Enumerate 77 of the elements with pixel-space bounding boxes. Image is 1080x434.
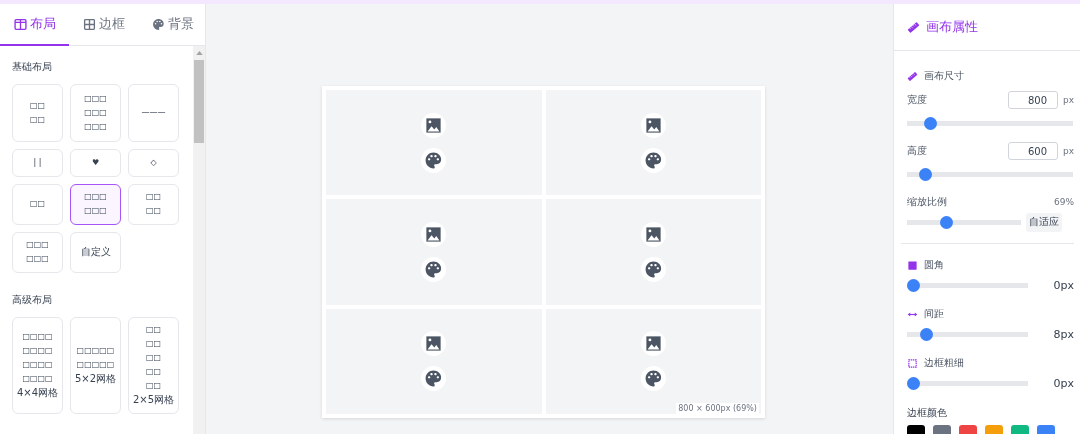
layout-option[interactable]: ——— xyxy=(128,84,179,142)
layout-option[interactable]: | | xyxy=(12,149,63,177)
slider-thumb[interactable] xyxy=(919,327,933,341)
size-caption: 800 × 600px (69%) xyxy=(676,403,759,414)
slider-thumb[interactable] xyxy=(923,116,937,130)
slider-thumb[interactable] xyxy=(919,167,933,181)
image-icon xyxy=(643,115,663,135)
upload-image-button[interactable] xyxy=(421,222,447,247)
palette-icon xyxy=(151,17,165,31)
background-color-button[interactable] xyxy=(421,257,447,282)
upload-image-button[interactable] xyxy=(421,112,447,138)
layout-icon xyxy=(13,17,27,31)
upload-image-button[interactable] xyxy=(640,331,666,357)
tab[interactable]: 背景 xyxy=(138,4,207,46)
layout-option[interactable]: □□□ □□□ xyxy=(12,232,63,273)
field-label: 边框颜色 xyxy=(907,406,948,420)
slider-thumb[interactable] xyxy=(907,278,920,292)
field-label: 缩放比例 xyxy=(907,195,948,209)
fit-button[interactable]: 自适应 xyxy=(1026,212,1062,232)
section-title: 画布尺寸 xyxy=(924,69,964,83)
grid-icon xyxy=(82,17,96,31)
background-color-button[interactable] xyxy=(640,257,666,282)
scrollbar[interactable] xyxy=(193,46,205,434)
palette-icon xyxy=(424,150,444,170)
field-label: 宽度 xyxy=(907,93,928,107)
palette-icon xyxy=(643,369,663,389)
palette-icon xyxy=(643,150,663,170)
upload-image-button[interactable] xyxy=(421,331,447,357)
background-color-button[interactable] xyxy=(640,366,666,392)
slider-value: 0px xyxy=(1052,376,1074,390)
layout-option[interactable]: □□□□ □□□□ □□□□ □□□□ 4×4网格 xyxy=(12,317,63,414)
slider-value: 8px xyxy=(1052,327,1074,341)
image-icon xyxy=(643,225,663,244)
slider-label: 间距 xyxy=(924,307,944,321)
palette-icon xyxy=(424,369,444,389)
layout-option[interactable]: ♥ xyxy=(70,149,121,177)
slider-label: 边框粗细 xyxy=(924,356,964,370)
background-color-button[interactable] xyxy=(421,147,447,173)
slider-label: 圆角 xyxy=(924,258,944,272)
tab[interactable]: 边框 xyxy=(69,4,138,46)
slider-thumb[interactable] xyxy=(940,215,954,229)
layout-option[interactable]: □□□□□ □□□□□ 5×2网格 xyxy=(70,317,121,414)
layout-option[interactable]: □□ □□ xyxy=(12,84,63,142)
image-icon xyxy=(424,115,444,135)
unit-label: px xyxy=(1061,95,1074,105)
scroll-up-icon[interactable] xyxy=(196,51,203,55)
unit-label: px xyxy=(1061,146,1074,156)
section-title: 高级布局 xyxy=(12,293,53,307)
background-color-button[interactable] xyxy=(640,147,666,173)
number-field[interactable]: 800 xyxy=(1008,91,1058,109)
image-icon xyxy=(643,334,663,354)
palette-icon xyxy=(643,260,663,279)
background-color-button[interactable] xyxy=(421,366,447,392)
ruler-icon xyxy=(907,70,918,82)
panel-title: 画布属性 xyxy=(926,18,978,36)
upload-image-button[interactable] xyxy=(640,222,666,247)
tab[interactable]: 布局 xyxy=(0,4,69,46)
field-label: 高度 xyxy=(907,144,928,158)
layout-option[interactable]: □□□ □□□ □□□ xyxy=(70,84,121,142)
scale-reading: 69% xyxy=(1054,197,1074,207)
layout-option[interactable]: □□ xyxy=(12,184,63,225)
layout-option[interactable]: ◇ xyxy=(128,149,179,177)
image-icon xyxy=(424,334,444,354)
border-icon xyxy=(907,357,918,369)
layout-option[interactable]: □□ □□ □□ □□ □□ 2×5网格 xyxy=(128,317,179,414)
layout-option[interactable]: □□ □□ xyxy=(128,184,179,225)
image-icon xyxy=(424,225,444,244)
layout-option[interactable]: □□□ □□□ xyxy=(70,184,121,225)
slider-value: 0px xyxy=(1052,278,1074,292)
upload-image-button[interactable] xyxy=(640,112,666,138)
slider-thumb[interactable] xyxy=(907,376,920,390)
section-title: 基础布局 xyxy=(12,60,53,74)
palette-icon xyxy=(424,260,444,279)
number-field[interactable]: 600 xyxy=(1008,142,1058,160)
scroll-thumb[interactable] xyxy=(194,60,204,143)
square-icon xyxy=(907,259,918,271)
layout-option[interactable]: 自定义 xyxy=(70,232,121,273)
